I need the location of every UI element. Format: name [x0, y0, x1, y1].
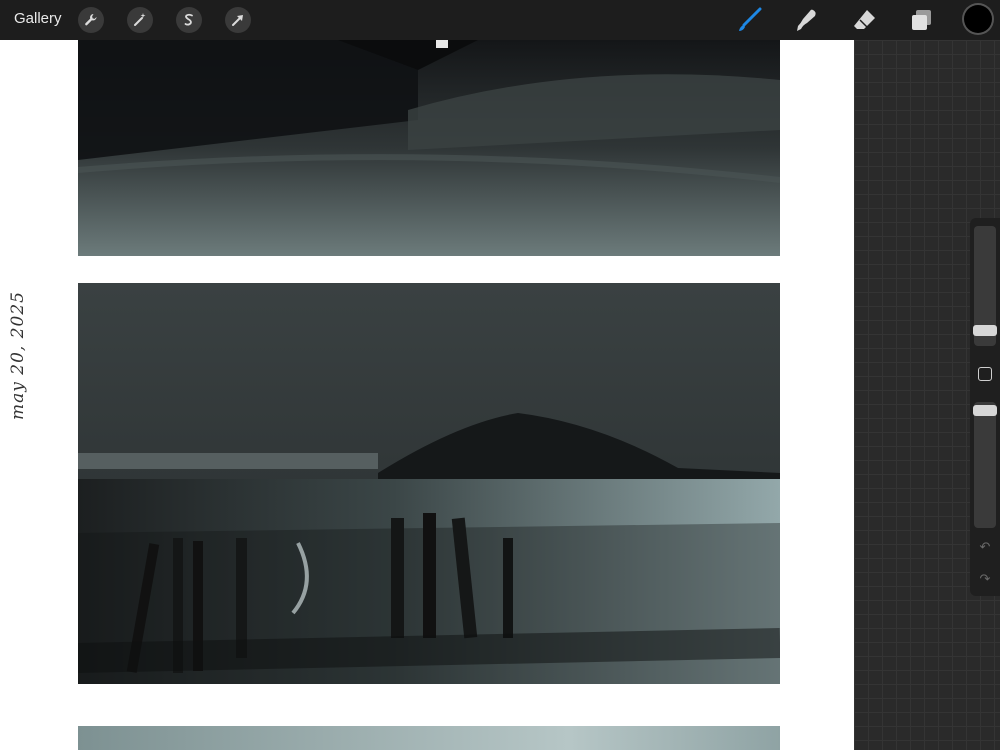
color-swatch-button[interactable] [964, 5, 992, 33]
opacity-slider-thumb[interactable] [973, 405, 997, 416]
brush-size-slider-thumb[interactable] [973, 325, 997, 336]
move-arrow-icon[interactable] [225, 7, 251, 33]
sketch-panel-2 [78, 283, 780, 684]
redo-icon[interactable]: ↷ [976, 572, 994, 586]
selection-s-icon[interactable] [176, 7, 202, 33]
opacity-slider[interactable] [974, 402, 996, 528]
top-toolbar: Gallery [0, 0, 1000, 40]
brush-icon[interactable] [736, 6, 764, 34]
smudge-icon[interactable] [792, 6, 820, 34]
wrench-icon[interactable] [78, 7, 104, 33]
eraser-icon[interactable] [850, 6, 878, 34]
layers-icon[interactable] [907, 6, 935, 34]
modify-button[interactable] [978, 367, 992, 381]
magic-wand-icon[interactable] [127, 7, 153, 33]
sketch-panel-1 [78, 40, 780, 256]
gallery-button[interactable]: Gallery [14, 10, 62, 27]
sketch-panel-3 [78, 726, 780, 750]
undo-icon[interactable]: ↶ [976, 540, 994, 554]
date-annotation: may 20, 2025 [8, 291, 28, 420]
